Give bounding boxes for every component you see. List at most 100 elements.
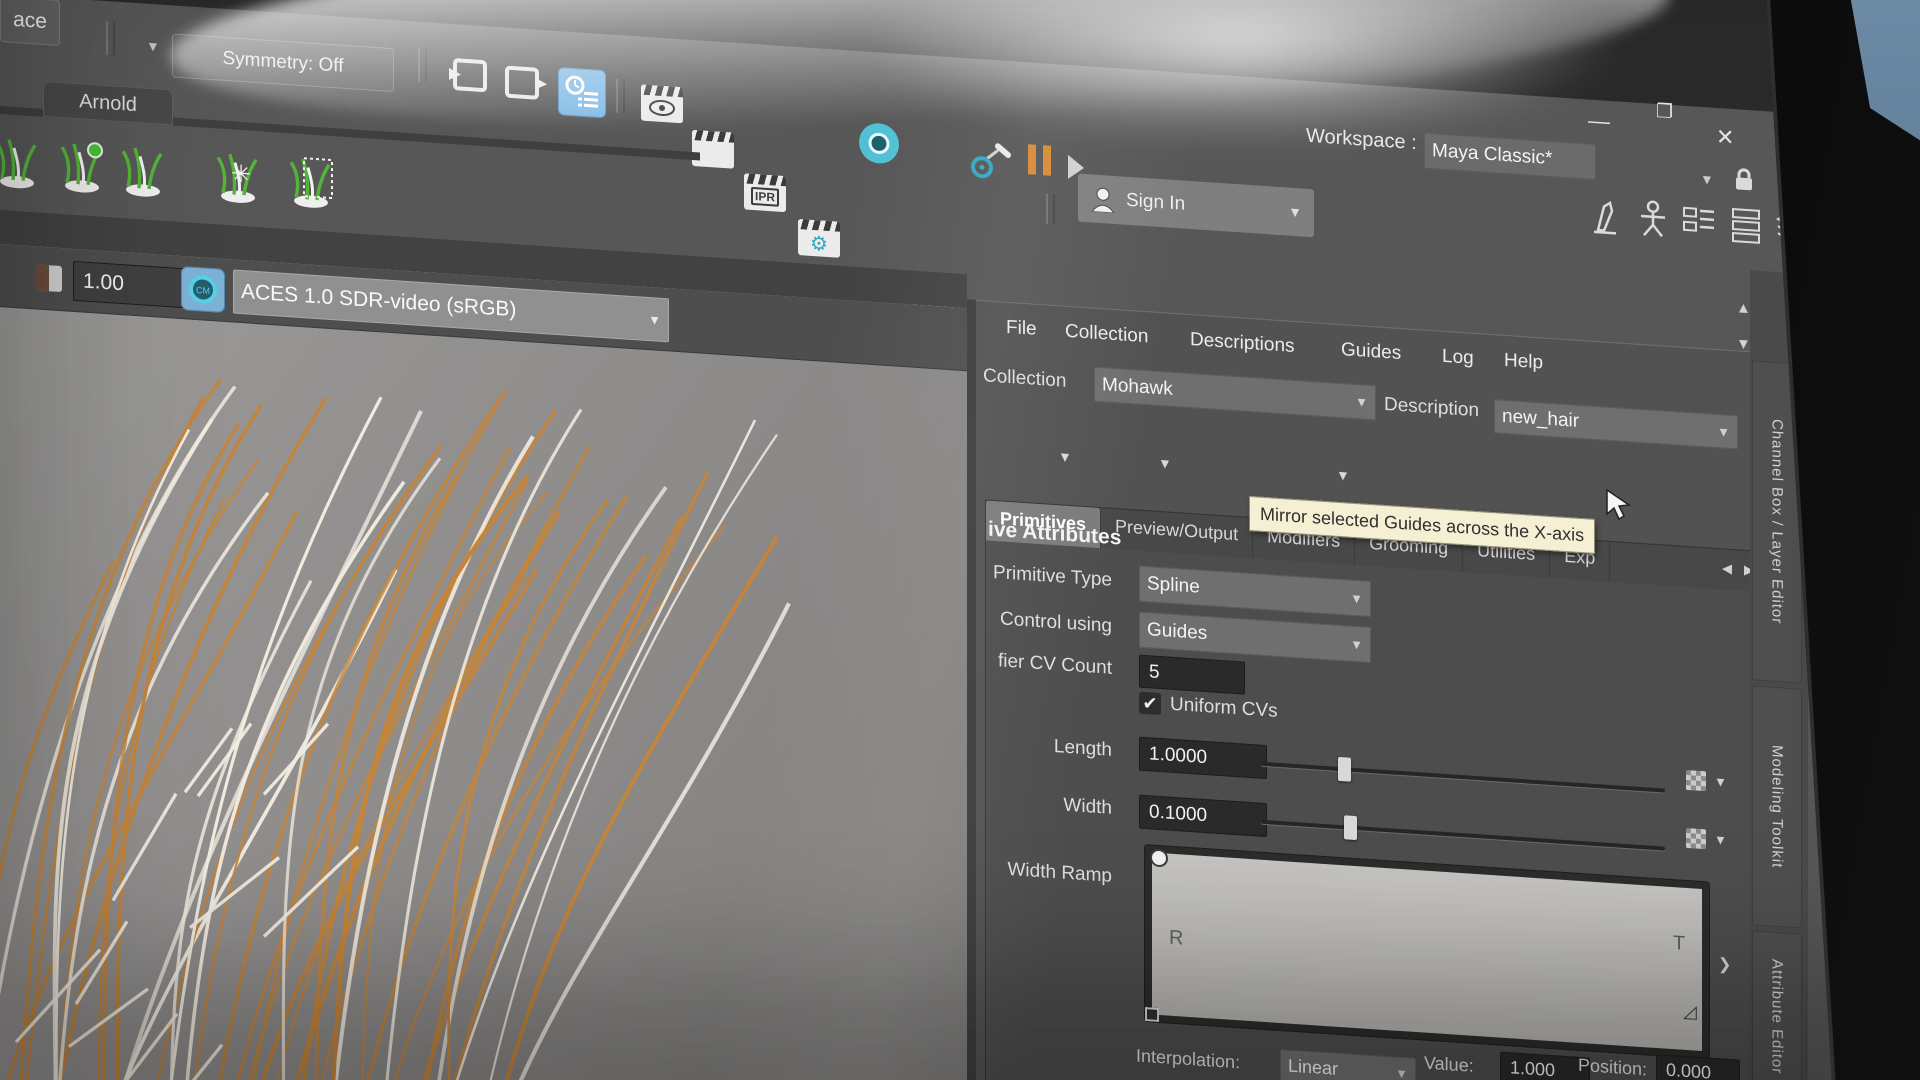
pane-split-divider[interactable] xyxy=(967,299,976,1080)
length-texture-icon[interactable] xyxy=(1686,770,1706,791)
xgen-menu-help[interactable]: Help xyxy=(1504,350,1543,375)
chevron-down-icon: ▼ xyxy=(1340,590,1363,607)
primitive-type-value: Spline xyxy=(1147,573,1200,599)
loop-in-icon[interactable] xyxy=(447,54,491,97)
xgen-groom-grass-icon[interactable] xyxy=(116,142,170,202)
control-using-value: Guides xyxy=(1147,619,1207,645)
shelf-tab-arnold[interactable]: Arnold xyxy=(43,81,173,126)
xgen-groom-partial-icon[interactable] xyxy=(0,133,44,193)
chevron-down-icon: ▼ xyxy=(638,311,661,328)
chevron-down-icon[interactable]: ▼ xyxy=(1158,455,1172,472)
surface-menu-partial-button[interactable]: ace xyxy=(0,0,60,46)
loop-out-icon[interactable] xyxy=(503,61,547,104)
photo-of-monitor: ace ▼ Symmetry: Off IPR ⚙ ⬢ xyxy=(0,0,1920,1080)
render-setup-icon[interactable] xyxy=(856,119,902,168)
panel-scroll-down[interactable]: ▼ xyxy=(1736,335,1751,353)
chevron-down-icon[interactable]: ▼ xyxy=(1714,832,1727,848)
time-editor-icon[interactable] xyxy=(558,67,606,118)
symmetry-button[interactable]: Symmetry: Off xyxy=(172,33,394,92)
panel-scroll-up[interactable]: ▲ xyxy=(1736,299,1751,317)
chevron-down-icon: ▼ xyxy=(1385,1065,1408,1080)
hair-strands-drawing xyxy=(0,306,967,1080)
attribute-editor-icon[interactable] xyxy=(1730,205,1764,245)
side-tab-attribute-editor[interactable]: Attribute Editor xyxy=(1752,930,1802,1080)
xgen-menu-log[interactable]: Log xyxy=(1442,346,1474,370)
width-slider-handle[interactable] xyxy=(1344,815,1357,840)
ramp-point-handle[interactable] xyxy=(1147,845,1171,871)
chevron-down-icon: ▼ xyxy=(1340,636,1363,653)
layers-icon[interactable] xyxy=(1776,208,1806,248)
svg-text:CM: CM xyxy=(196,285,210,296)
sign-in-button[interactable]: Sign In ▼ xyxy=(1078,174,1314,238)
workspace-value: Maya Classic* xyxy=(1432,140,1552,170)
chevron-down-icon[interactable]: ▼ xyxy=(1700,171,1714,188)
shelf-tab-label: Arnold xyxy=(79,90,137,117)
toolbar-separator[interactable] xyxy=(418,48,427,83)
cv-count-field[interactable]: 5 xyxy=(1139,655,1245,695)
pause-icon[interactable] xyxy=(1028,144,1051,176)
view-transform-value: ACES 1.0 SDR-video (sRGB) xyxy=(241,280,516,322)
toolbar-separator[interactable] xyxy=(1046,193,1055,224)
interpolation-value: Linear xyxy=(1288,1056,1338,1080)
chevron-down-icon: ▼ xyxy=(1707,423,1730,440)
restore-button[interactable]: ❐ xyxy=(1656,100,1673,124)
xgen-groom-region-icon[interactable] xyxy=(284,153,338,213)
render-settings-icon[interactable]: ⚙ xyxy=(798,219,840,258)
ramp-expand-arrow[interactable]: ❯ xyxy=(1718,954,1731,975)
paint-settings-icon[interactable] xyxy=(968,138,1012,181)
length-slider-handle[interactable] xyxy=(1338,757,1351,782)
chevron-down-icon: ▼ xyxy=(1345,393,1368,410)
side-tab-channel-box-layer-editor[interactable]: Channel Box / Layer Editor xyxy=(1752,360,1802,683)
xgen-menu-file[interactable]: File xyxy=(1006,317,1037,341)
workspace-selector[interactable]: Maya Classic* xyxy=(1424,133,1596,180)
ramp-canvas[interactable] xyxy=(1152,853,1702,1052)
render-current-frame-icon[interactable] xyxy=(692,130,734,169)
toolbar-separator[interactable] xyxy=(616,79,625,114)
width-ramp-widget[interactable]: R T ◿ xyxy=(1145,845,1709,1058)
ramp-position-field[interactable]: 0.000 xyxy=(1656,1054,1740,1080)
render-view-icon[interactable] xyxy=(641,85,683,124)
chevron-down-icon: ▼ xyxy=(1288,204,1302,221)
color-management-icon[interactable]: CM xyxy=(181,266,225,313)
lock-icon[interactable] xyxy=(1734,167,1754,197)
maya-application-window: ace ▼ Symmetry: Off IPR ⚙ ⬢ xyxy=(0,0,1860,1080)
description-value: new_hair xyxy=(1502,406,1579,433)
minimize-button[interactable]: — xyxy=(1588,107,1610,134)
exposure-value: 1.00 xyxy=(83,270,124,297)
sidebar-toggle-icons xyxy=(1590,196,1806,248)
exposure-field[interactable]: 1.00 xyxy=(73,261,185,308)
xgen-menu-guides[interactable]: Guides xyxy=(1341,339,1401,365)
ipr-render-icon[interactable]: IPR xyxy=(744,173,786,212)
ramp-resize-handle[interactable]: ◿ xyxy=(1683,1001,1697,1023)
length-value: 1.0000 xyxy=(1149,743,1207,769)
ramp-position: 0.000 xyxy=(1666,1060,1711,1080)
ramp-value-field[interactable]: 1.000 xyxy=(1500,1052,1590,1080)
ramp-value-label: Value: xyxy=(1424,1053,1474,1077)
xgen-groom-freeze-icon[interactable]: ✳ xyxy=(211,148,265,208)
chevron-down-icon[interactable]: ▼ xyxy=(1336,467,1350,484)
sign-in-label: Sign In xyxy=(1126,190,1185,216)
viewport-pane[interactable]: 1.00 CM ACES 1.0 SDR-video (sRGB) ▼ xyxy=(0,244,967,1080)
toolbar-separator[interactable] xyxy=(106,21,115,56)
user-avatar-icon xyxy=(1090,185,1116,213)
close-button[interactable]: ✕ xyxy=(1716,124,1734,151)
ramp-left-marker: R xyxy=(1169,927,1183,951)
xgen-groom-sculpt-icon[interactable] xyxy=(55,138,109,198)
ipr-label: IPR xyxy=(751,187,779,207)
ramp-position-label: Position: xyxy=(1578,1055,1647,1080)
grease-pencil-icon[interactable] xyxy=(1590,196,1624,236)
symmetry-label: Symmetry: Off xyxy=(222,48,343,78)
cv-count-value: 5 xyxy=(1149,661,1160,684)
humanik-icon[interactable] xyxy=(1636,199,1670,239)
width-texture-icon[interactable] xyxy=(1686,828,1706,849)
channel-box-icon[interactable] xyxy=(1682,202,1718,242)
chevron-down-icon[interactable]: ▼ xyxy=(1058,448,1072,465)
ramp-index-handle[interactable] xyxy=(1145,1007,1159,1022)
chevron-down-icon[interactable]: ▼ xyxy=(146,38,160,55)
uniform-cvs-checkbox[interactable]: ✔ xyxy=(1139,692,1161,715)
tab-scroll-left[interactable]: ◀ xyxy=(1722,560,1732,577)
ramp-value: 1.000 xyxy=(1510,1057,1555,1080)
chevron-down-icon[interactable]: ▼ xyxy=(1714,774,1727,790)
side-tab-modeling-toolkit[interactable]: Modeling Toolkit xyxy=(1752,685,1802,928)
viewport-renderer-icon[interactable] xyxy=(34,262,64,294)
